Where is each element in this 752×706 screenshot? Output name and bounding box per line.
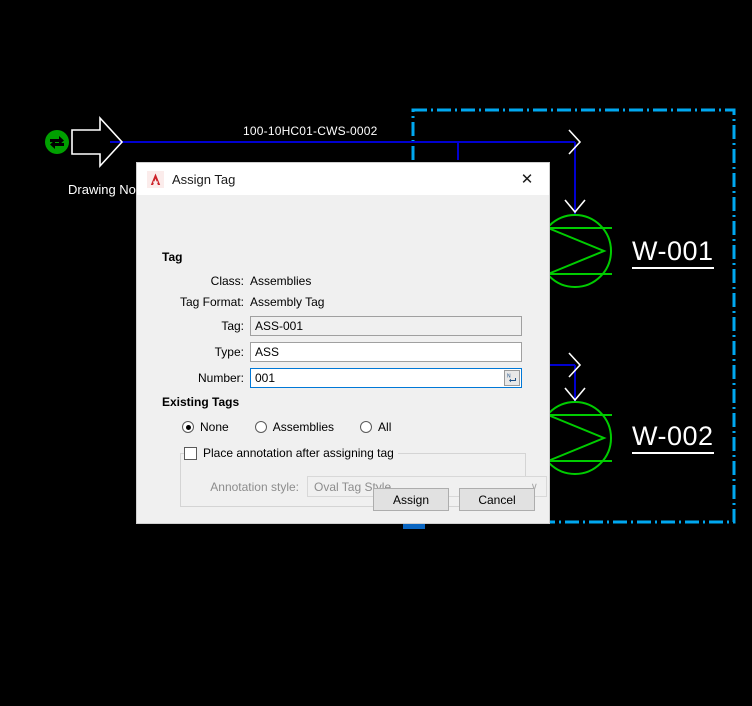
auto-number-icon[interactable]: N [504,370,520,386]
tag-input[interactable] [250,316,522,336]
radio-label-none: None [200,420,229,434]
place-annotation-checkbox[interactable]: Place annotation after assigning tag [184,446,398,460]
number-row: Number: N [137,368,549,388]
drawing-no-label[interactable]: Drawing No [68,182,136,197]
number-label: Number: [197,371,244,385]
equipment-label-w001[interactable]: W-001 [632,238,714,269]
radio-circle-icon [360,421,373,433]
radio-option-assemblies[interactable]: Assemblies [254,420,335,434]
number-input[interactable] [250,368,522,388]
place-annotation-label: Place annotation after assigning tag [203,446,394,460]
radio-circle-icon [182,421,194,433]
tag-format-row: Tag Format: Assembly Tag [137,292,549,312]
autocad-logo-icon [147,170,164,188]
pipe-tag-label[interactable]: 100-10HC01-CWS-0002 [243,124,378,138]
annotation-style-label: Annotation style: [210,479,299,494]
dialog-body: Tag Class: Assemblies Tag Format: Assemb… [137,195,549,525]
dialog-titlebar[interactable]: Assign Tag ✕ [137,163,549,195]
tag-format-label: Tag Format: [179,295,244,309]
off-page-connector-icon[interactable] [45,130,69,154]
number-input-wrap: N [250,368,522,388]
radio-circle-icon [254,421,267,433]
checkbox-square-icon [184,446,197,460]
existing-tags-radio-group: None Assemblies All [182,420,417,434]
class-value: Assemblies [250,274,312,288]
cancel-button[interactable]: Cancel [459,488,535,511]
assign-tag-dialog: Assign Tag ✕ Tag Class: Assemblies Tag F… [136,162,550,524]
class-row: Class: Assemblies [137,271,549,291]
radio-option-all[interactable]: All [360,420,391,434]
existing-tags-section-title: Existing Tags [162,395,240,409]
radio-label-assemblies: Assemblies [272,420,335,434]
dialog-footer: Assign Cancel [373,488,535,511]
type-input[interactable] [250,342,522,362]
tag-row: Tag: [137,316,549,336]
tag-label: Tag: [221,319,244,333]
dialog-title: Assign Tag [172,171,236,187]
equipment-label-w002[interactable]: W-002 [632,423,714,454]
assign-button[interactable]: Assign [373,488,449,511]
type-label: Type: [214,345,244,359]
radio-label-all: All [378,420,392,434]
tag-section-title: Tag [162,250,183,264]
tag-format-value: Assembly Tag [250,295,325,309]
class-label: Class: [210,274,244,288]
radio-option-none[interactable]: None [182,420,229,434]
type-row: Type: [137,342,549,362]
close-icon[interactable]: ✕ [505,163,549,195]
svg-text:N: N [507,374,511,380]
